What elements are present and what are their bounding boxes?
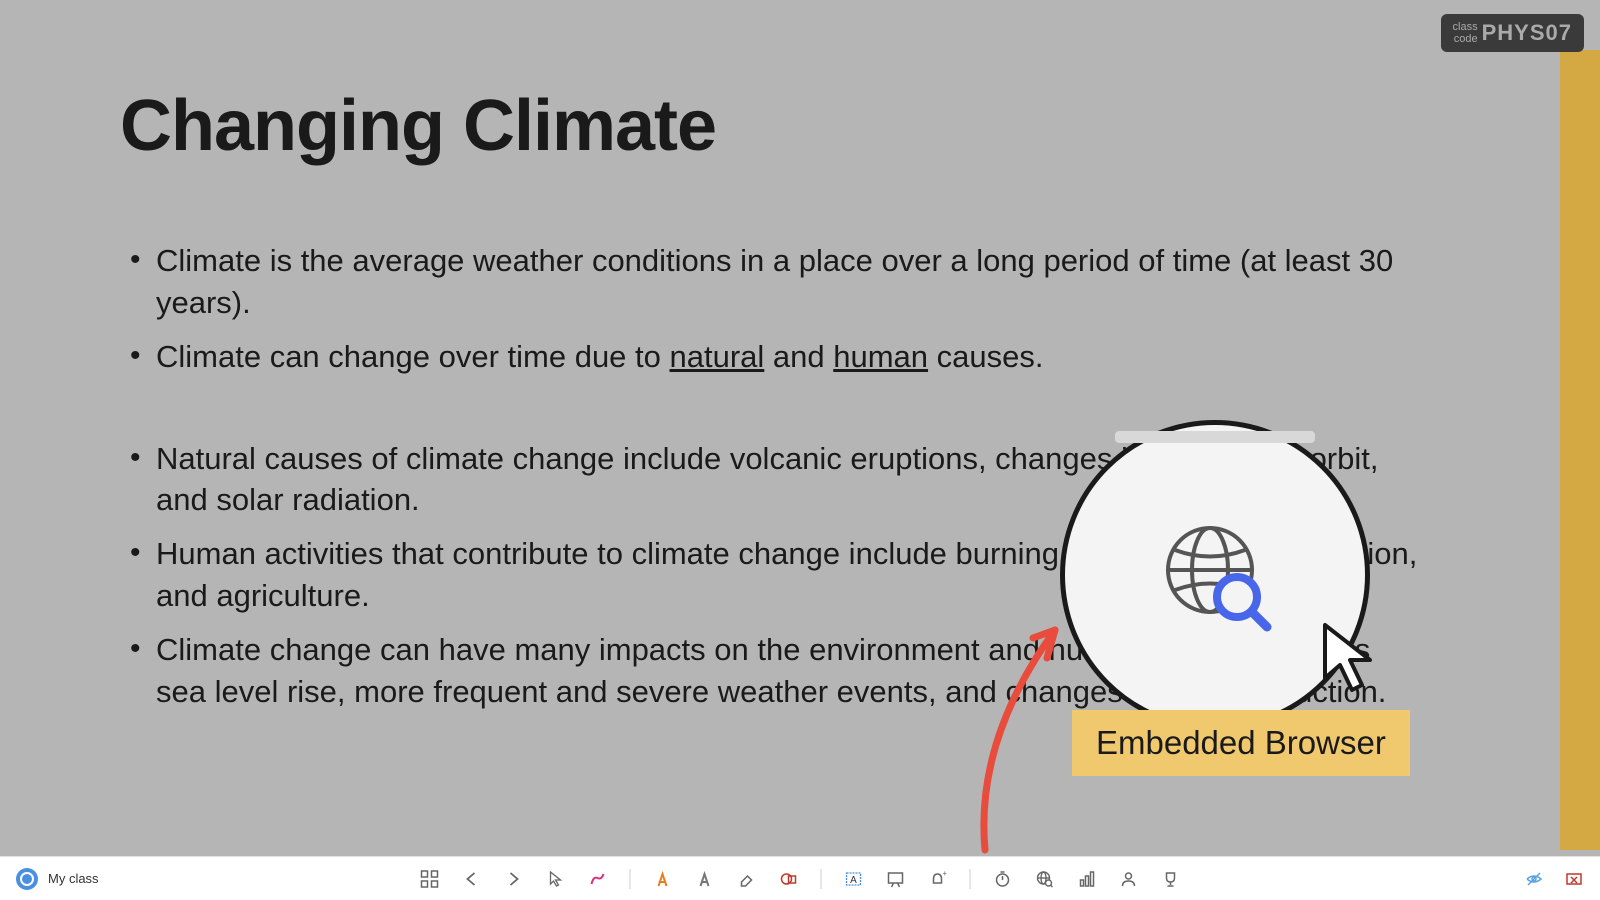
app-logo-icon[interactable] [16,868,38,890]
my-class-label[interactable]: My class [48,871,99,886]
class-code-badge: classcode PHYS07 [1441,14,1584,52]
slide-accent-stripe [1560,50,1600,850]
trophy-icon[interactable] [1161,869,1181,889]
text-box-icon[interactable]: A [844,869,864,889]
highlighter-gray-icon[interactable] [695,869,715,889]
embedded-browser-icon[interactable] [1035,869,1055,889]
slide-title: Changing Climate [120,85,716,167]
globe-search-icon [1155,515,1275,635]
back-arrow-icon[interactable] [462,869,482,889]
whiteboard-icon[interactable] [886,869,906,889]
bullet-underline: natural [670,339,765,374]
bullet-text: and [764,339,833,374]
bullet-text: Climate is the average weather condition… [156,243,1393,320]
slide-canvas: classcode PHYS07 Changing Climate Climat… [0,0,1600,856]
more-tools-icon[interactable]: + [928,869,948,889]
bullet-text: Climate can change over time due to [156,339,670,374]
class-code-label: classcode [1453,21,1478,45]
highlighter-orange-icon[interactable] [653,869,673,889]
eraser-icon[interactable] [737,869,757,889]
svg-text:A: A [850,875,857,886]
toolbar-separator [630,869,631,889]
toolbar-right [1524,869,1584,889]
bullet-item: Climate can change over time due to natu… [120,336,1420,378]
toolbar-separator [970,869,971,889]
poll-icon[interactable] [1077,869,1097,889]
pen-tool-icon[interactable] [588,869,608,889]
visibility-icon[interactable] [1524,869,1544,889]
exit-icon[interactable] [1564,869,1584,889]
toolbar-center: A + [420,869,1181,889]
pick-student-icon[interactable] [1119,869,1139,889]
svg-text:+: + [943,870,947,878]
grid-view-icon[interactable] [420,869,440,889]
toolbar-left: My class [16,868,99,890]
pointer-tool-icon[interactable] [546,869,566,889]
bullet-item: Climate is the average weather condition… [120,240,1420,324]
class-code-value: PHYS07 [1482,20,1572,46]
timer-icon[interactable] [993,869,1013,889]
zoom-top-shade [1115,431,1315,443]
toolbar-separator [821,869,822,889]
cursor-pointer-icon [1320,620,1390,705]
bottom-toolbar: My class A [0,856,1600,900]
shapes-icon[interactable] [779,869,799,889]
bullet-text: causes. [928,339,1043,374]
bullet-underline: human [833,339,928,374]
forward-arrow-icon[interactable] [504,869,524,889]
embedded-browser-label: Embedded Browser [1072,710,1410,776]
